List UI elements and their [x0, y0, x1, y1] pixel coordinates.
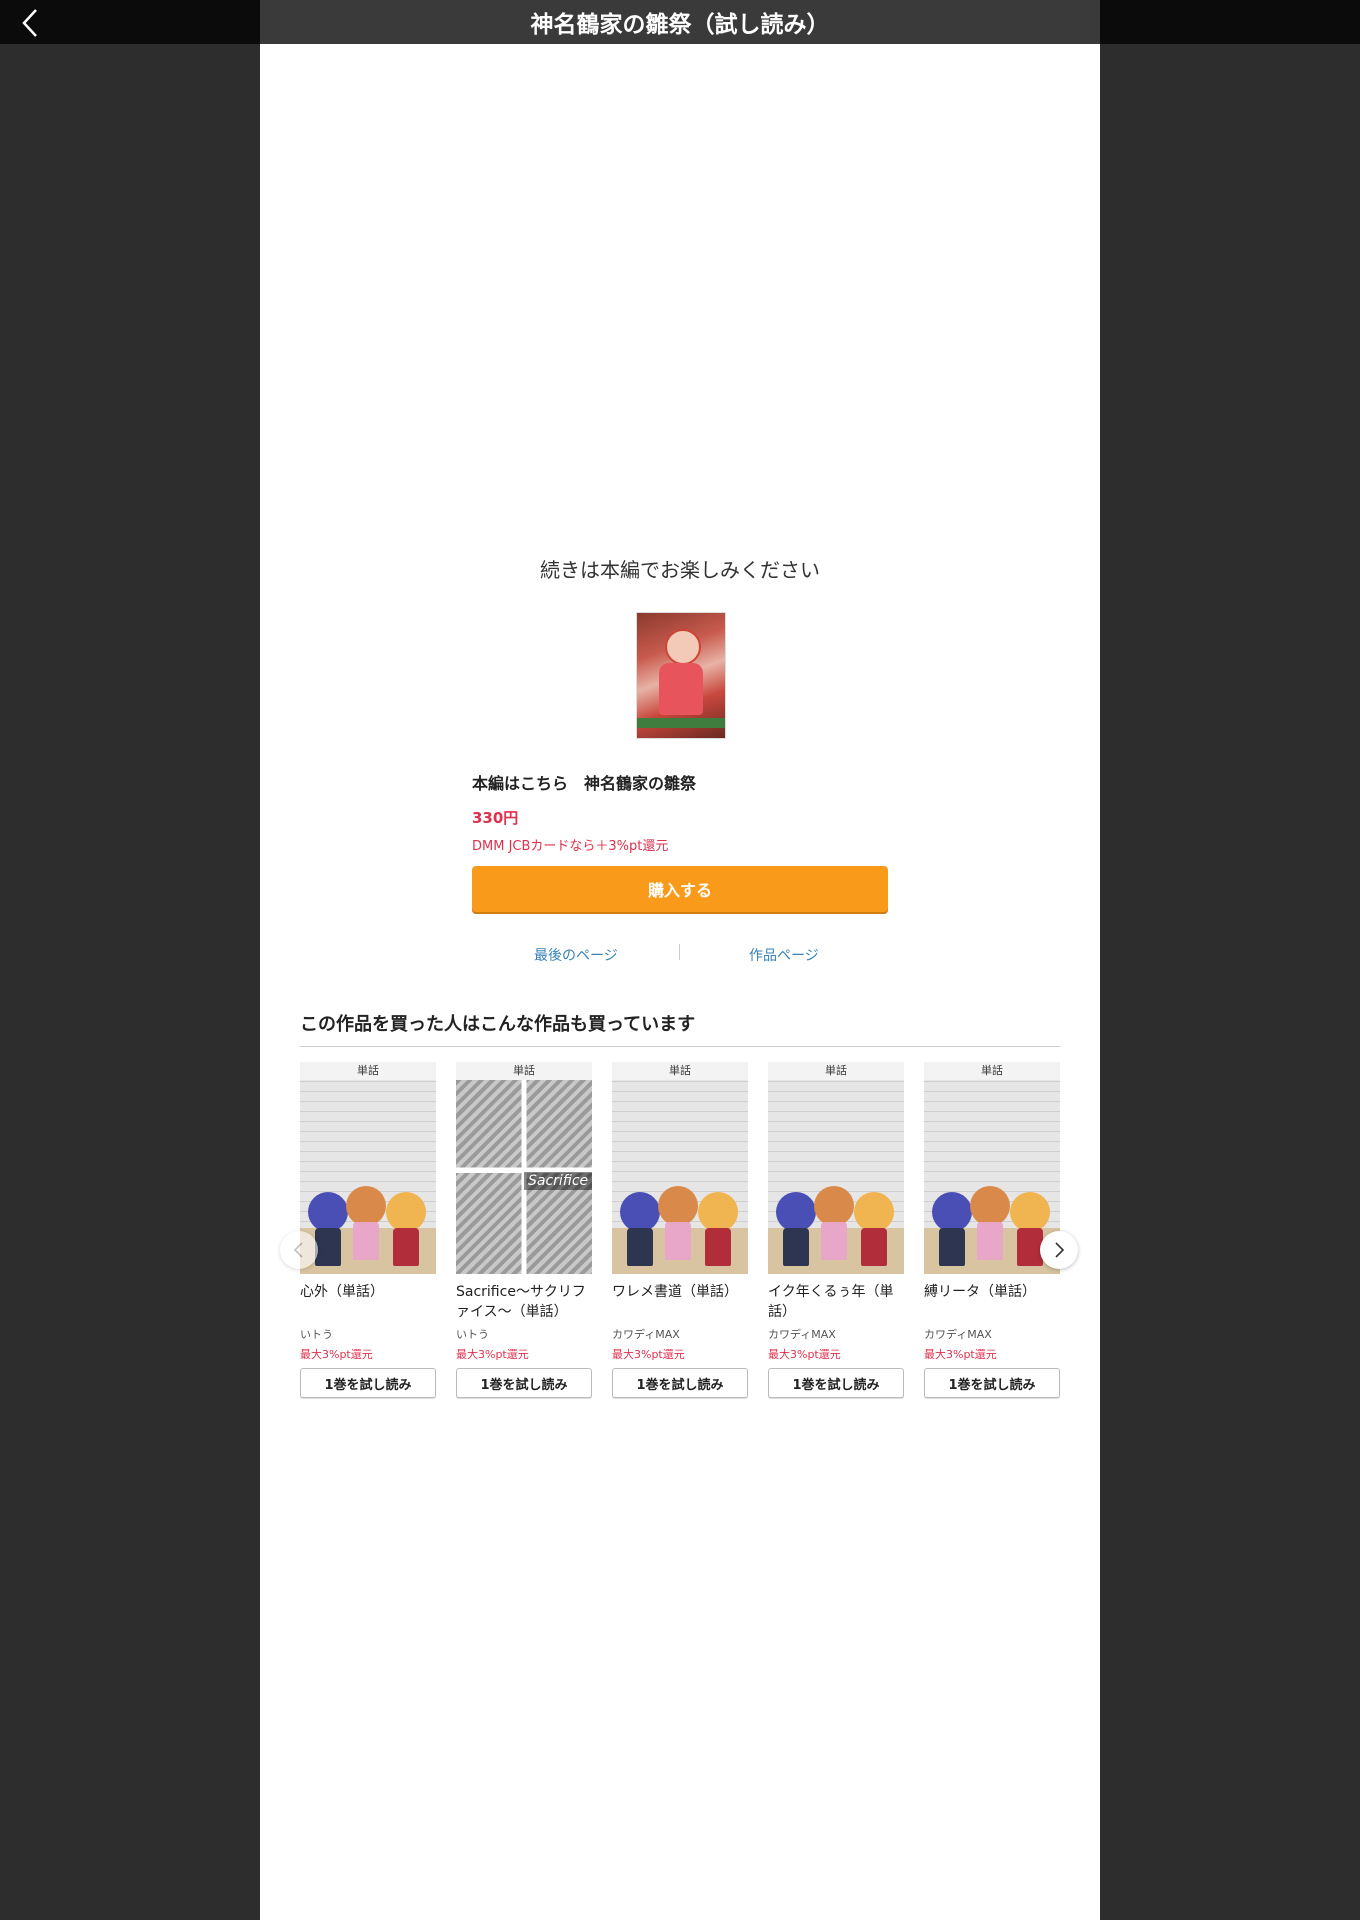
chibi-character	[386, 1192, 426, 1266]
recommendation-author[interactable]: いトう	[300, 1326, 436, 1342]
recommendation-card[interactable]: 単話 縛リータ（単話） カワディMAX 最大3%pt還元 1巻を試し読み	[924, 1062, 1060, 1398]
product-price: 330円	[472, 809, 519, 827]
recommendation-author[interactable]: カワディMAX	[768, 1326, 904, 1342]
trial-read-button[interactable]: 1巻を試し読み	[924, 1368, 1060, 1398]
recommendation-thumbnail[interactable]: 単話	[300, 1062, 436, 1274]
recommendation-thumbnail[interactable]: 単話	[612, 1062, 748, 1274]
reader-end-panel: 続きは本編でお楽しみください 本編はこちら 神名鶴家の雛祭 330円 DMM J…	[260, 44, 1100, 1920]
chibi-character	[346, 1186, 386, 1260]
trial-read-button[interactable]: 1巻を試し読み	[456, 1368, 592, 1398]
trial-read-button[interactable]: 1巻を試し読み	[300, 1368, 436, 1398]
recommendation-title[interactable]: Sacrifice～サクリファイス～（単話）	[456, 1282, 592, 1324]
recommendation-author[interactable]: いトう	[456, 1326, 592, 1342]
chibi-character	[698, 1192, 738, 1266]
chibi-character	[620, 1192, 660, 1266]
recommendations-heading: この作品を買った人はこんな作品も買っています	[300, 1014, 696, 1035]
chibi-character	[658, 1186, 698, 1260]
recommendation-thumbnail[interactable]: 単話	[768, 1062, 904, 1274]
back-button[interactable]	[14, 6, 48, 40]
carousel-prev-button[interactable]	[280, 1231, 318, 1269]
recommendation-author[interactable]: カワディMAX	[612, 1326, 748, 1342]
recommendation-title[interactable]: 縛リータ（単話）	[924, 1282, 1060, 1324]
trial-read-button[interactable]: 1巻を試し読み	[768, 1368, 904, 1398]
chevron-left-icon	[22, 9, 37, 37]
recommendation-thumbnail[interactable]: 単話	[924, 1062, 1060, 1274]
point-promo: DMM JCBカードなら＋3%pt還元	[472, 839, 669, 854]
episode-badge: 単話	[768, 1062, 904, 1080]
product-cover-image[interactable]	[636, 612, 726, 739]
recommendation-card[interactable]: 単話 心外（単話） いトう 最大3%pt還元 1巻を試し読み	[300, 1062, 436, 1398]
recommendation-title[interactable]: 心外（単話）	[300, 1282, 436, 1324]
product-title[interactable]: 本編はこちら 神名鶴家の雛祭	[472, 770, 696, 794]
episode-badge: 単話	[612, 1062, 748, 1080]
top-bar: 神名鶴家の雛祭（試し読み）	[0, 0, 1360, 44]
recommendation-title[interactable]: ワレメ書道（単話）	[612, 1282, 748, 1324]
trial-read-button[interactable]: 1巻を試し読み	[612, 1368, 748, 1398]
heading-divider	[300, 1046, 1060, 1047]
recommendation-card[interactable]: 単話 イク年くるぅ年（単話） カワディMAX 最大3%pt還元 1巻を試し読み	[768, 1062, 904, 1398]
last-page-link[interactable]: 最後のページ	[534, 945, 618, 965]
recommendation-points: 最大3%pt還元	[612, 1348, 685, 1361]
chibi-character	[854, 1192, 894, 1266]
chevron-right-icon	[1055, 1242, 1065, 1258]
chibi-character	[932, 1192, 972, 1266]
recommendation-card[interactable]: 単話 ワレメ書道（単話） カワディMAX 最大3%pt還元 1巻を試し読み	[612, 1062, 748, 1398]
cover-title-text: Sacrifice	[524, 1172, 592, 1190]
recommendation-points: 最大3%pt還元	[300, 1348, 373, 1361]
chevron-left-icon	[293, 1242, 303, 1258]
continue-message: 続きは本編でお楽しみください	[540, 558, 820, 582]
buy-button[interactable]: 購入する	[472, 866, 888, 912]
chibi-character	[814, 1186, 854, 1260]
episode-badge: 単話	[456, 1062, 592, 1080]
recommendation-points: 最大3%pt還元	[924, 1348, 997, 1361]
work-page-link[interactable]: 作品ページ	[749, 945, 819, 965]
cover-bottom-band	[637, 718, 725, 728]
recommendation-author[interactable]: カワディMAX	[924, 1326, 1060, 1342]
page-title: 神名鶴家の雛祭（試し読み）	[260, 0, 1100, 44]
chibi-character	[970, 1186, 1010, 1260]
cover-character-body	[659, 663, 703, 715]
recommendation-title[interactable]: イク年くるぅ年（単話）	[768, 1282, 904, 1324]
recommendation-points: 最大3%pt還元	[768, 1348, 841, 1361]
recommendation-thumbnail[interactable]: Sacrifice 単話	[456, 1062, 592, 1274]
chibi-character	[776, 1192, 816, 1266]
episode-badge: 単話	[924, 1062, 1060, 1080]
recommendation-points: 最大3%pt還元	[456, 1348, 529, 1361]
cover-character-face	[665, 629, 701, 665]
link-divider	[679, 944, 680, 960]
recommendation-card[interactable]: Sacrifice 単話 Sacrifice～サクリファイス～（単話） いトう …	[456, 1062, 592, 1398]
episode-badge: 単話	[300, 1062, 436, 1080]
carousel-next-button[interactable]	[1040, 1231, 1078, 1269]
